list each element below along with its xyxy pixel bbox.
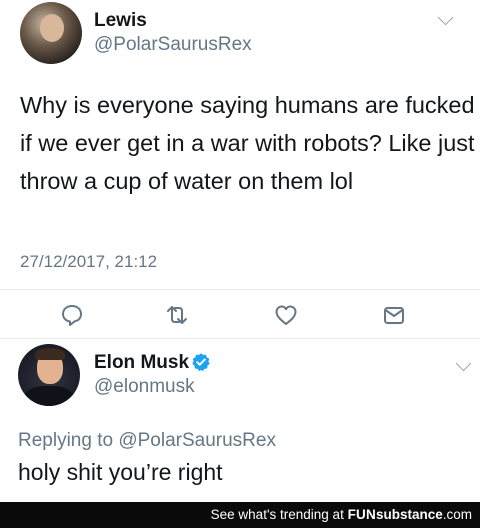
retweet-icon[interactable]: [163, 301, 191, 329]
watermark-footer: See what's trending at FUNsubstance.com: [0, 502, 480, 528]
direct-message-icon[interactable]: [380, 301, 408, 329]
reply-author-handle[interactable]: @elonmusk: [94, 376, 195, 398]
like-icon[interactable]: [272, 301, 300, 329]
avatar-lewis[interactable]: [20, 2, 82, 64]
footer-brand-suffix: .com: [442, 507, 472, 522]
replying-to-mention[interactable]: @PolarSaurusRex: [118, 430, 276, 451]
replying-to-label: Replying to: [18, 430, 114, 451]
reply-text: holy shit you’re right: [18, 459, 223, 485]
footer-brand-part1: FUN: [347, 507, 376, 522]
chevron-down-icon[interactable]: [455, 355, 472, 372]
divider: [0, 338, 480, 339]
reply-author-name[interactable]: Elon Musk: [94, 352, 189, 374]
footer-brand-part2: substance: [375, 507, 443, 522]
divider: [0, 289, 480, 290]
avatar-suit: [24, 386, 74, 406]
chevron-down-icon[interactable]: [437, 9, 454, 26]
avatar-hair: [35, 348, 65, 360]
tweet-timestamp[interactable]: 27/12/2017, 21:12: [20, 252, 157, 272]
tweet-text: Why is everyone saying humans are fucked…: [20, 92, 475, 194]
author-name[interactable]: Lewis: [94, 10, 147, 32]
replying-to: Replying to @PolarSaurusRex: [18, 430, 276, 452]
verified-badge-icon: [192, 353, 210, 372]
footer-prefix: See what's trending at: [210, 507, 344, 522]
author-handle[interactable]: @PolarSaurusRex: [94, 34, 252, 56]
avatar-elon-musk[interactable]: [18, 344, 80, 406]
avatar-face: [40, 14, 64, 42]
original-tweet: Lewis @PolarSaurusRex Why is everyone sa…: [0, 0, 480, 292]
reply-icon[interactable]: [58, 301, 86, 329]
